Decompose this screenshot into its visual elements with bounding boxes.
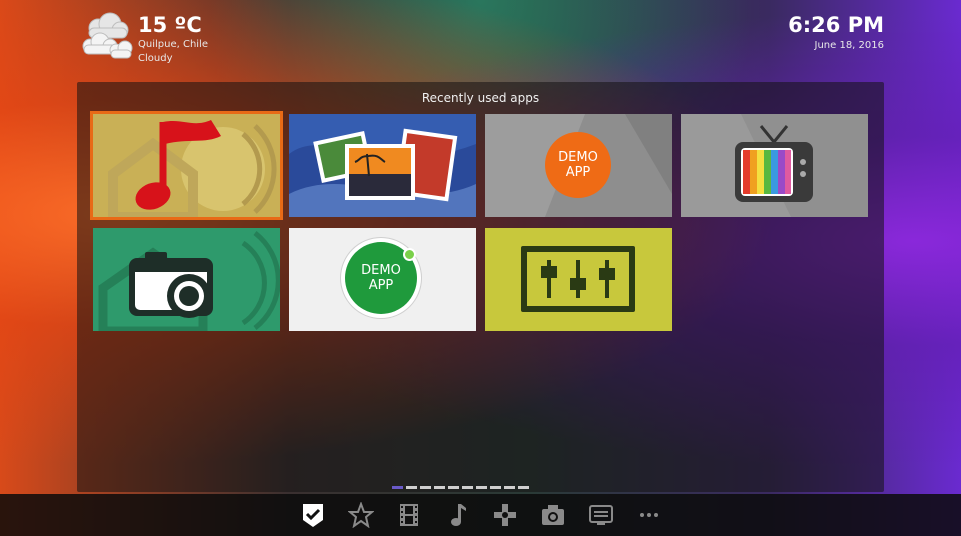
app-tile-gallery[interactable] [289,114,476,217]
page-dot[interactable] [406,486,417,489]
photo-gallery-icon [289,114,476,217]
clock-date: June 18, 2016 [814,40,885,51]
recent-apps-icon [303,504,323,527]
clock-time: 6:26 PM [788,13,884,37]
more-icon [640,513,658,517]
app-tile-equalizer[interactable] [485,228,672,331]
cloudy-icon [82,12,133,59]
tv-icon [681,114,868,217]
bottom-nav-bar [0,494,961,536]
page-dot[interactable] [462,486,473,489]
page-dot[interactable] [420,486,431,489]
page-dot[interactable] [490,486,501,489]
weather-condition: Cloudy [138,53,173,64]
nav-tv[interactable] [585,500,617,530]
music-note-icon [108,120,277,217]
demo-app-label: DEMO [558,150,598,165]
app-tile-demo-app-2[interactable]: DEMO APP [289,228,476,331]
tv-icon [589,505,613,525]
nav-music[interactable] [441,500,473,530]
demo-app-label: DEMO [361,263,401,278]
camera-icon [542,505,564,525]
demo-app-label: APP [368,278,394,293]
nav-camera[interactable] [537,500,569,530]
music-icon [451,504,466,526]
nav-movies[interactable] [393,500,425,530]
demo-app-icon: DEMO APP [545,132,611,198]
panel-title: Recently used apps [421,91,540,105]
nav-more[interactable] [633,500,665,530]
camera-icon [93,228,280,331]
page-dot[interactable] [518,486,529,489]
temperature: 15 ºC [138,13,202,37]
games-icon [494,504,516,526]
page-dot[interactable] [392,486,403,489]
page-dot[interactable] [504,486,515,489]
notification-dot [403,248,416,261]
weather-widget[interactable]: 15 ºC Quilpue, Chile Cloudy [80,12,208,66]
demo-app-label: APP [565,165,591,180]
film-icon [400,504,418,526]
app-tile-music[interactable] [93,114,280,217]
nav-games[interactable] [489,500,521,530]
app-tile-camera[interactable] [93,228,280,331]
page-dot[interactable] [448,486,459,489]
nav-favorites[interactable] [345,500,377,530]
star-icon [348,502,374,528]
app-tile-demo-app-1[interactable]: DEMO APP [485,114,672,217]
nav-recent-apps[interactable] [297,500,329,530]
app-tile-tv[interactable] [681,114,868,217]
page-indicator [392,486,529,489]
page-dot[interactable] [434,486,445,489]
clock-widget: 6:26 PM June 18, 2016 [788,12,884,54]
weather-location: Quilpue, Chile [138,39,208,50]
page-dot[interactable] [476,486,487,489]
recent-apps-panel: Recently used apps DEMO APP DEMO APP [77,82,884,492]
equalizer-icon [485,228,672,331]
